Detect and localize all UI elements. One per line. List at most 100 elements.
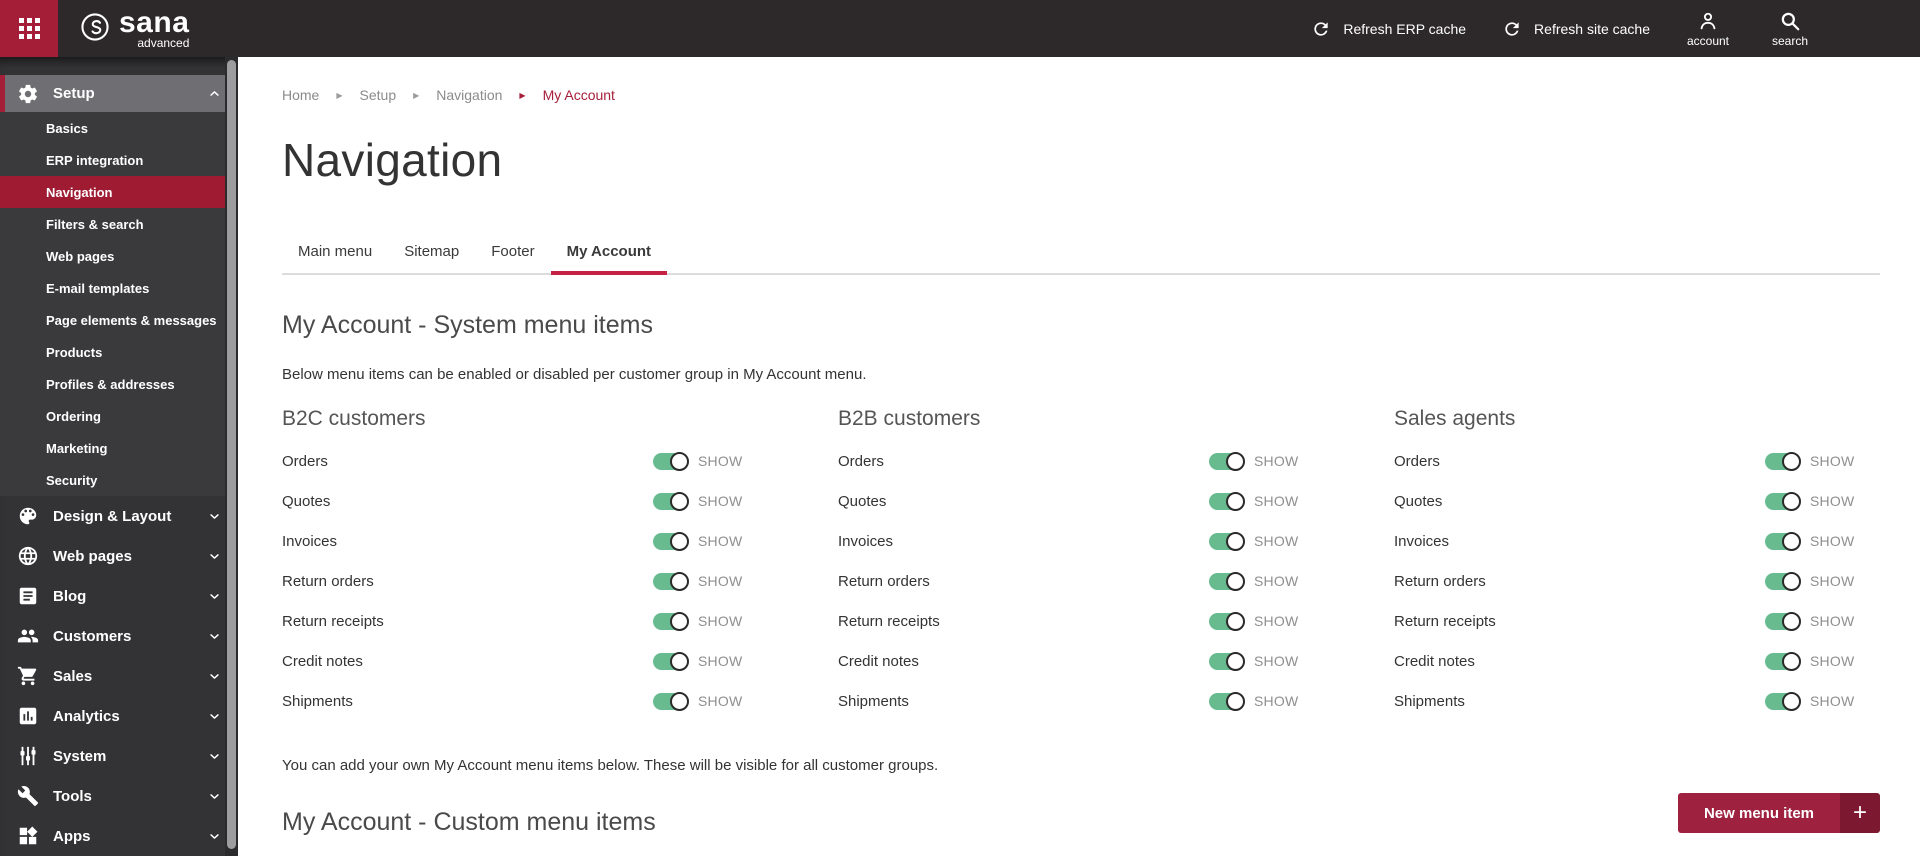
toggle-sales-agents-return-orders[interactable]	[1765, 571, 1801, 591]
toggle-knob	[1782, 691, 1801, 711]
menu-item-row: Return orders SHOW	[282, 561, 746, 601]
toggle-knob	[1782, 531, 1801, 551]
tab-my-account[interactable]: My Account	[550, 243, 668, 275]
toggle-state-label: SHOW	[1810, 613, 1855, 629]
new-menu-item-button[interactable]: New menu item +	[1677, 793, 1880, 833]
menu-item-label: Orders	[1394, 452, 1440, 470]
tab-main-menu[interactable]: Main menu	[282, 243, 388, 275]
grid-icon	[17, 18, 41, 39]
toggle-b2c-customers-invoices[interactable]	[653, 531, 689, 551]
toggle-state-label: SHOW	[698, 573, 743, 589]
toggle-knob	[670, 451, 689, 471]
menu-item-label: Invoices	[1394, 532, 1450, 550]
toggle-state-label: SHOW	[1254, 613, 1299, 629]
toggle-b2c-customers-shipments[interactable]	[653, 691, 689, 711]
sana-logo-icon	[80, 12, 110, 42]
toggle-sales-agents-invoices[interactable]	[1765, 531, 1801, 551]
sidebar-section-setup[interactable]: Setup	[0, 75, 238, 112]
search-icon	[1778, 10, 1802, 32]
sidebar-section-sales[interactable]: Sales	[0, 656, 238, 696]
sidebar-item-erp-integration[interactable]: ERP integration	[0, 144, 238, 176]
sidebar-section-web-pages[interactable]: Web pages	[0, 536, 238, 576]
sidebar-section-apps[interactable]: Apps	[0, 816, 238, 856]
sidebar-item-e-mail-templates[interactable]: E-mail templates	[0, 272, 238, 304]
sidebar-item-web-pages[interactable]: Web pages	[0, 240, 238, 272]
toggle-b2b-customers-quotes[interactable]	[1209, 491, 1245, 511]
sidebar-section-blog[interactable]: Blog	[0, 576, 238, 616]
tab-footer[interactable]: Footer	[475, 243, 550, 275]
sidebar-scrollbar-thumb[interactable]	[227, 60, 236, 849]
toggle-sales-agents-orders[interactable]	[1765, 451, 1801, 471]
refresh-site-cache-button[interactable]: Refresh site cache	[1500, 19, 1650, 39]
menu-item-label: Quotes	[282, 492, 331, 510]
toggle-b2c-customers-orders[interactable]	[653, 451, 689, 471]
sidebar-section-tools[interactable]: Tools	[0, 776, 238, 816]
tab-bar: Main menu Sitemap Footer My Account	[282, 243, 1880, 275]
toggle-b2c-customers-quotes[interactable]	[653, 491, 689, 511]
tab-sitemap[interactable]: Sitemap	[388, 243, 475, 275]
sidebar-item-basics[interactable]: Basics	[0, 112, 238, 144]
refresh-erp-cache-label: Refresh ERP cache	[1343, 20, 1467, 37]
menu-item-row: Return orders SHOW	[1394, 561, 1858, 601]
menu-item-row: Return receipts SHOW	[282, 601, 746, 641]
toggle-b2b-customers-shipments[interactable]	[1209, 691, 1245, 711]
toggle-b2c-customers-credit-notes[interactable]	[653, 651, 689, 671]
menu-item-row: Orders SHOW	[282, 441, 746, 481]
breadcrumb-item-home[interactable]: Home	[282, 87, 319, 103]
menu-item-label: Credit notes	[838, 652, 919, 670]
toggle-sales-agents-credit-notes[interactable]	[1765, 651, 1801, 671]
toggle-state-label: SHOW	[698, 653, 743, 669]
menu-item-label: Orders	[838, 452, 884, 470]
sidebar-item-products[interactable]: Products	[0, 336, 238, 368]
toggle-state-label: SHOW	[1810, 693, 1855, 709]
sidebar-item-ordering[interactable]: Ordering	[0, 400, 238, 432]
refresh-site-cache-label: Refresh site cache	[1534, 20, 1650, 37]
toggle-knob	[1226, 651, 1245, 671]
menu-item-row: Invoices SHOW	[1394, 521, 1858, 561]
sidebar-item-filters-search[interactable]: Filters & search	[0, 208, 238, 240]
sidebar-section-customers[interactable]: Customers	[0, 616, 238, 656]
menu-item-label: Return orders	[1394, 572, 1486, 590]
toggle-state-label: SHOW	[1810, 493, 1855, 509]
toggle-b2b-customers-orders[interactable]	[1209, 451, 1245, 471]
app-launcher-button[interactable]	[0, 0, 58, 57]
toggle-state-label: SHOW	[1810, 573, 1855, 589]
refresh-erp-cache-button[interactable]: Refresh ERP cache	[1309, 19, 1466, 39]
customer-groups: B2C customers Orders SHOW Quotes SHOW Invoice…	[282, 407, 1920, 721]
toggle-b2c-customers-return-orders[interactable]	[653, 571, 689, 591]
plus-icon: +	[1840, 793, 1880, 833]
toggle-b2c-customers-return-receipts[interactable]	[653, 611, 689, 631]
account-button[interactable]: account	[1684, 10, 1732, 48]
sidebar-section-analytics[interactable]: Analytics	[0, 696, 238, 736]
menu-item-label: Return orders	[282, 572, 374, 590]
menu-item-label: Shipments	[282, 692, 353, 710]
toggle-sales-agents-shipments[interactable]	[1765, 691, 1801, 711]
toggle-b2b-customers-credit-notes[interactable]	[1209, 651, 1245, 671]
toggle-knob	[670, 531, 689, 551]
toggle-sales-agents-quotes[interactable]	[1765, 491, 1801, 511]
toggle-b2b-customers-invoices[interactable]	[1209, 531, 1245, 551]
sidebar-section-label: Web pages	[53, 547, 132, 565]
sidebar-section-system[interactable]: System	[0, 736, 238, 776]
toggle-b2b-customers-return-receipts[interactable]	[1209, 611, 1245, 631]
sidebar-item-security[interactable]: Security	[0, 464, 238, 496]
search-button[interactable]: search	[1766, 10, 1814, 48]
menu-item-label: Credit notes	[1394, 652, 1475, 670]
sidebar-item-marketing[interactable]: Marketing	[0, 432, 238, 464]
sidebar-section-design-layout[interactable]: Design & Layout	[0, 496, 238, 536]
menu-item-row: Orders SHOW	[1394, 441, 1858, 481]
sidebar-item-navigation[interactable]: Navigation	[0, 176, 238, 208]
apps-icon	[16, 825, 40, 847]
breadcrumb-item-navigation[interactable]: Navigation	[436, 87, 502, 103]
toggle-b2b-customers-return-orders[interactable]	[1209, 571, 1245, 591]
toggle-sales-agents-return-receipts[interactable]	[1765, 611, 1801, 631]
sidebar-section-block-setup: Setup Basics ERP integration Navigation Filt…	[0, 75, 238, 496]
sidebar-item-page-elements-messages[interactable]: Page elements & messages	[0, 304, 238, 336]
brand-tagline: advanced	[137, 36, 190, 50]
breadcrumb-item-setup[interactable]: Setup	[360, 87, 397, 103]
sidebar-section-label: Apps	[53, 827, 91, 845]
brand-logo[interactable]: sana advanced	[80, 8, 189, 49]
sidebar-item-profiles-addresses[interactable]: Profiles & addresses	[0, 368, 238, 400]
toggle-knob	[670, 611, 689, 631]
menu-item-label: Invoices	[282, 532, 338, 550]
